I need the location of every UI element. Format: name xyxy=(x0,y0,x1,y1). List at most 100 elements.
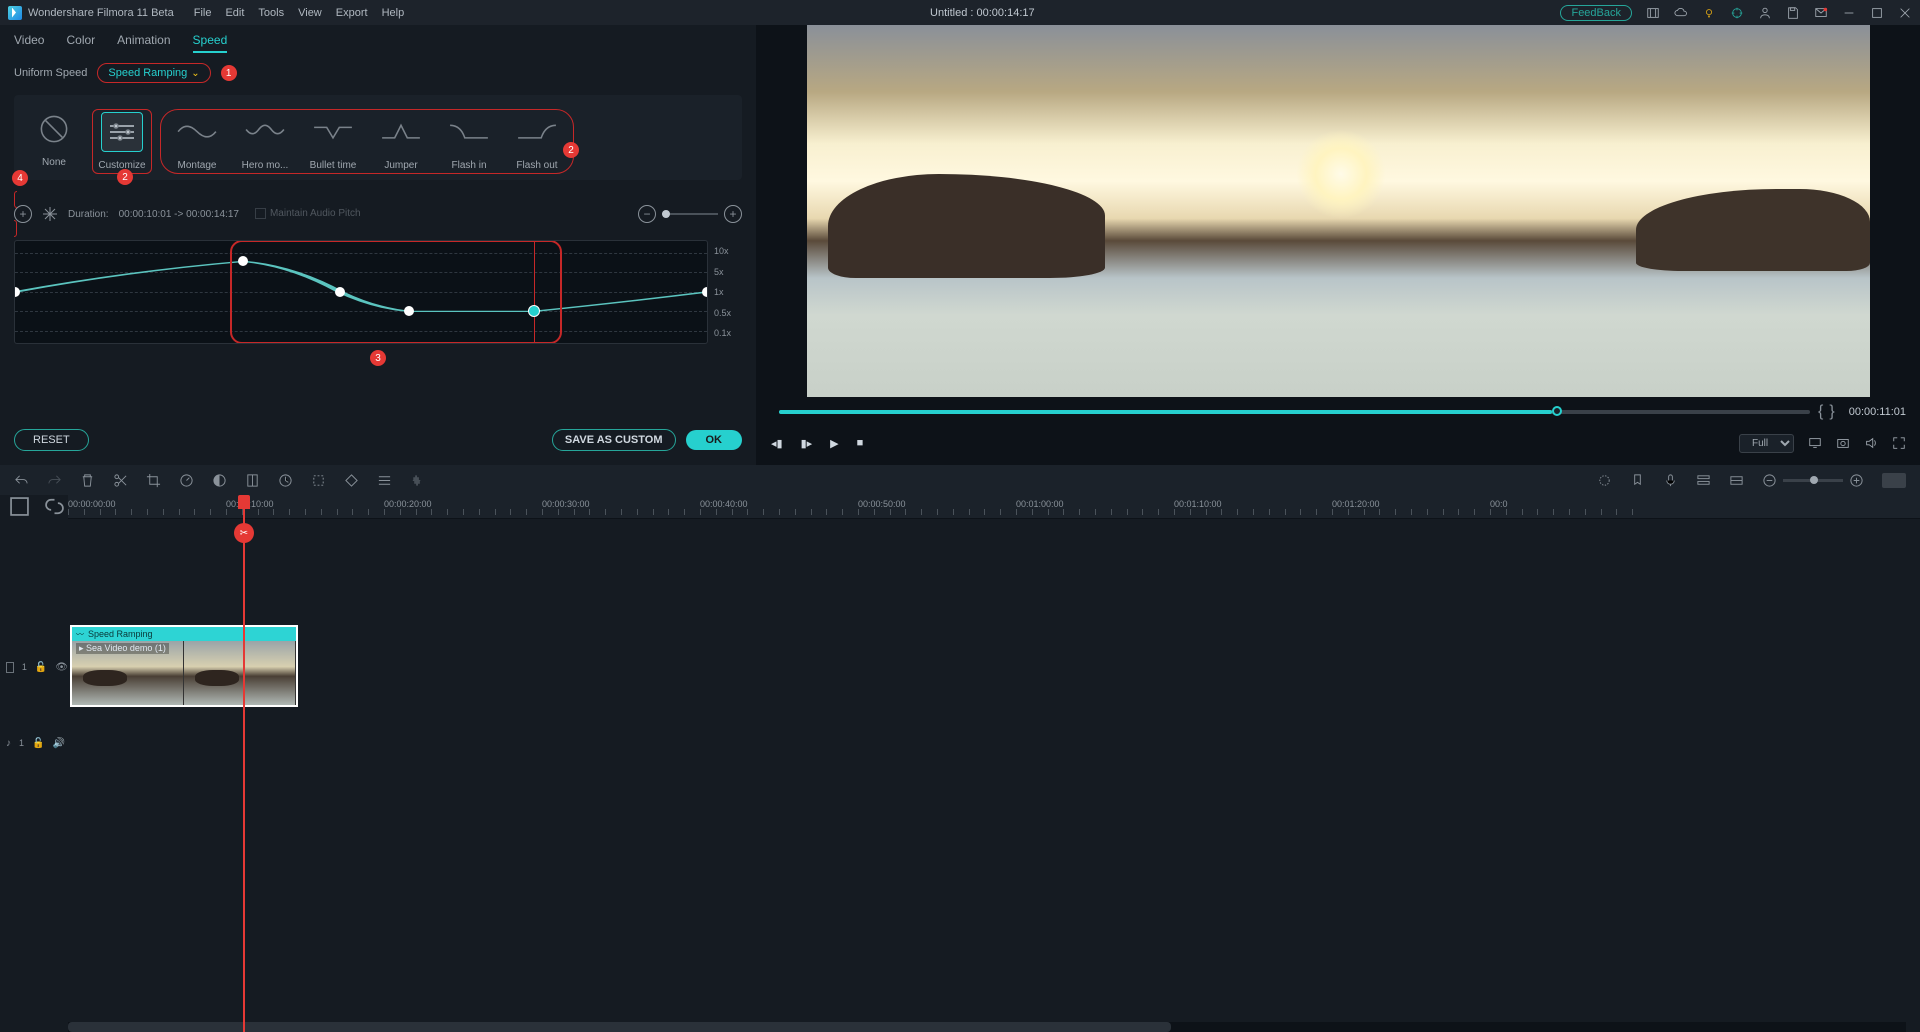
maximize-button[interactable] xyxy=(1870,6,1884,20)
ramp-zoom-out-button[interactable]: − xyxy=(638,205,656,223)
greenscreen-icon[interactable] xyxy=(245,473,260,488)
menu-view[interactable]: View xyxy=(298,7,322,19)
preview-quality-select[interactable]: Full xyxy=(1739,434,1794,453)
preset-flashin[interactable]: Flash in xyxy=(439,112,499,171)
lock-icon[interactable]: 🔓 xyxy=(32,738,44,749)
tl-zoom-slider[interactable] xyxy=(1783,479,1843,482)
speed-icon[interactable] xyxy=(179,473,194,488)
ramp-keyframe-2[interactable] xyxy=(335,287,345,297)
ylabel-05x: 0.5x xyxy=(714,308,742,318)
ramp-playhead[interactable] xyxy=(534,241,535,343)
ok-button[interactable]: OK xyxy=(686,430,743,450)
preset-montage-label: Montage xyxy=(178,160,217,171)
record-vo-icon[interactable] xyxy=(1663,473,1678,488)
feedback-button[interactable]: FeedBack xyxy=(1560,5,1632,21)
preset-jumper[interactable]: Jumper xyxy=(371,112,431,171)
track-options-icon[interactable] xyxy=(1696,473,1711,488)
link-icon[interactable] xyxy=(41,495,68,522)
save-icon[interactable] xyxy=(1786,6,1800,20)
prev-frame-button[interactable]: ◂▮ xyxy=(771,437,783,450)
menu-tools[interactable]: Tools xyxy=(258,7,284,19)
callout-badge-2: 2 xyxy=(563,142,579,158)
tl-zoom-out-icon[interactable] xyxy=(1762,473,1777,488)
ruler-tick-5: 00:00:50:00 xyxy=(858,499,906,509)
add-keyframe-button[interactable]: + xyxy=(14,205,32,223)
eye-icon[interactable]: 👁 xyxy=(55,662,68,673)
mute-icon[interactable]: 🔊 xyxy=(52,738,64,749)
keyframe-icon[interactable] xyxy=(344,473,359,488)
cloud-icon[interactable] xyxy=(1674,6,1688,20)
menu-file[interactable]: File xyxy=(194,7,212,19)
fit-zoom-icon[interactable] xyxy=(6,495,33,522)
snapshot-icon[interactable] xyxy=(1836,436,1850,450)
mark-out-icon[interactable]: } xyxy=(1829,403,1834,421)
volume-icon[interactable] xyxy=(1864,436,1878,450)
subtab-uniform-speed[interactable]: Uniform Speed xyxy=(14,67,87,79)
menu-help[interactable]: Help xyxy=(382,7,405,19)
ramp-keyframe-4[interactable] xyxy=(528,305,540,317)
ramp-keyframe-1[interactable] xyxy=(238,256,248,266)
render-icon[interactable] xyxy=(278,473,293,488)
ruler-tick-7: 00:01:10:00 xyxy=(1174,499,1222,509)
close-button[interactable] xyxy=(1898,6,1912,20)
marker-icon[interactable] xyxy=(1630,473,1645,488)
timeline-hscrollbar[interactable] xyxy=(68,1022,1906,1032)
delete-icon[interactable] xyxy=(80,473,95,488)
timeline-ruler[interactable]: 00:00:00:00 00:00:10:00 00:00:20:00 00:0… xyxy=(68,495,1920,519)
menu-export[interactable]: Export xyxy=(336,7,368,19)
subtab-speed-ramping[interactable]: Speed Ramping ⌄ xyxy=(97,63,210,83)
ruler-tick-2: 00:00:20:00 xyxy=(384,499,432,509)
undo-icon[interactable] xyxy=(14,473,29,488)
preset-bullet[interactable]: Bullet time xyxy=(303,112,363,171)
preset-customize[interactable]: Customize 2 xyxy=(92,109,152,174)
adjust-icon[interactable] xyxy=(377,473,392,488)
ramp-zoom-in-button[interactable]: + xyxy=(724,205,742,223)
crop-icon[interactable] xyxy=(146,473,161,488)
tab-video[interactable]: Video xyxy=(14,33,44,53)
account-icon[interactable] xyxy=(1758,6,1772,20)
split-icon[interactable] xyxy=(113,473,128,488)
preset-montage[interactable]: Montage xyxy=(167,112,227,171)
redo-icon[interactable] xyxy=(47,473,62,488)
timeline-playhead[interactable]: ✂ xyxy=(243,495,245,1032)
tab-speed[interactable]: Speed xyxy=(193,33,228,53)
preset-flashout[interactable]: Flash out xyxy=(507,112,567,171)
next-frame-button[interactable]: ▮▸ xyxy=(801,437,813,450)
mixer-icon[interactable] xyxy=(1597,473,1612,488)
minimize-button[interactable] xyxy=(1842,6,1856,20)
tab-color[interactable]: Color xyxy=(66,33,95,53)
preset-hero[interactable]: Hero mo... xyxy=(235,112,295,171)
audio-detach-icon[interactable] xyxy=(410,473,425,488)
scissors-icon[interactable]: ✂ xyxy=(234,523,254,543)
display-icon[interactable] xyxy=(1808,436,1822,450)
detect-icon[interactable] xyxy=(311,473,326,488)
ramp-keyframe-5[interactable] xyxy=(702,287,708,297)
idea-icon[interactable] xyxy=(1702,6,1716,20)
message-icon[interactable] xyxy=(1814,6,1828,20)
play-button[interactable]: ▶ xyxy=(830,437,838,450)
timeline-view-icon[interactable] xyxy=(1729,473,1744,488)
reset-button[interactable]: RESET xyxy=(14,429,89,451)
tab-animation[interactable]: Animation xyxy=(117,33,170,53)
support-icon[interactable] xyxy=(1730,6,1744,20)
menu-edit[interactable]: Edit xyxy=(225,7,244,19)
freeze-frame-icon[interactable] xyxy=(42,206,58,222)
stop-button[interactable]: ■ xyxy=(857,437,864,449)
preview-scrubber[interactable] xyxy=(779,410,1810,414)
tl-zoom-in-icon[interactable] xyxy=(1849,473,1864,488)
mark-in-icon[interactable]: { xyxy=(1818,403,1823,421)
speed-ramp-graph[interactable] xyxy=(14,240,708,344)
fullscreen-icon[interactable] xyxy=(1892,436,1906,450)
ramp-keyframe-3[interactable] xyxy=(404,306,414,316)
maintain-pitch-checkbox[interactable] xyxy=(255,208,266,219)
timeline-display-toggle[interactable] xyxy=(1882,473,1906,488)
preview-panel: { } 00:00:11:01 ◂▮ ▮▸ ▶ ■ Full xyxy=(757,25,1920,465)
preview-viewport[interactable] xyxy=(807,25,1870,397)
save-as-custom-button[interactable]: SAVE AS CUSTOM xyxy=(552,429,676,451)
media-icon[interactable] xyxy=(1646,6,1660,20)
preset-none[interactable]: None xyxy=(24,109,84,174)
video-clip[interactable]: 〰Speed Ramping Sea Video demo (1) xyxy=(70,625,298,707)
lock-icon[interactable]: 🔓 xyxy=(35,662,47,673)
color-icon[interactable] xyxy=(212,473,227,488)
ramp-zoom-slider[interactable] xyxy=(662,213,718,215)
